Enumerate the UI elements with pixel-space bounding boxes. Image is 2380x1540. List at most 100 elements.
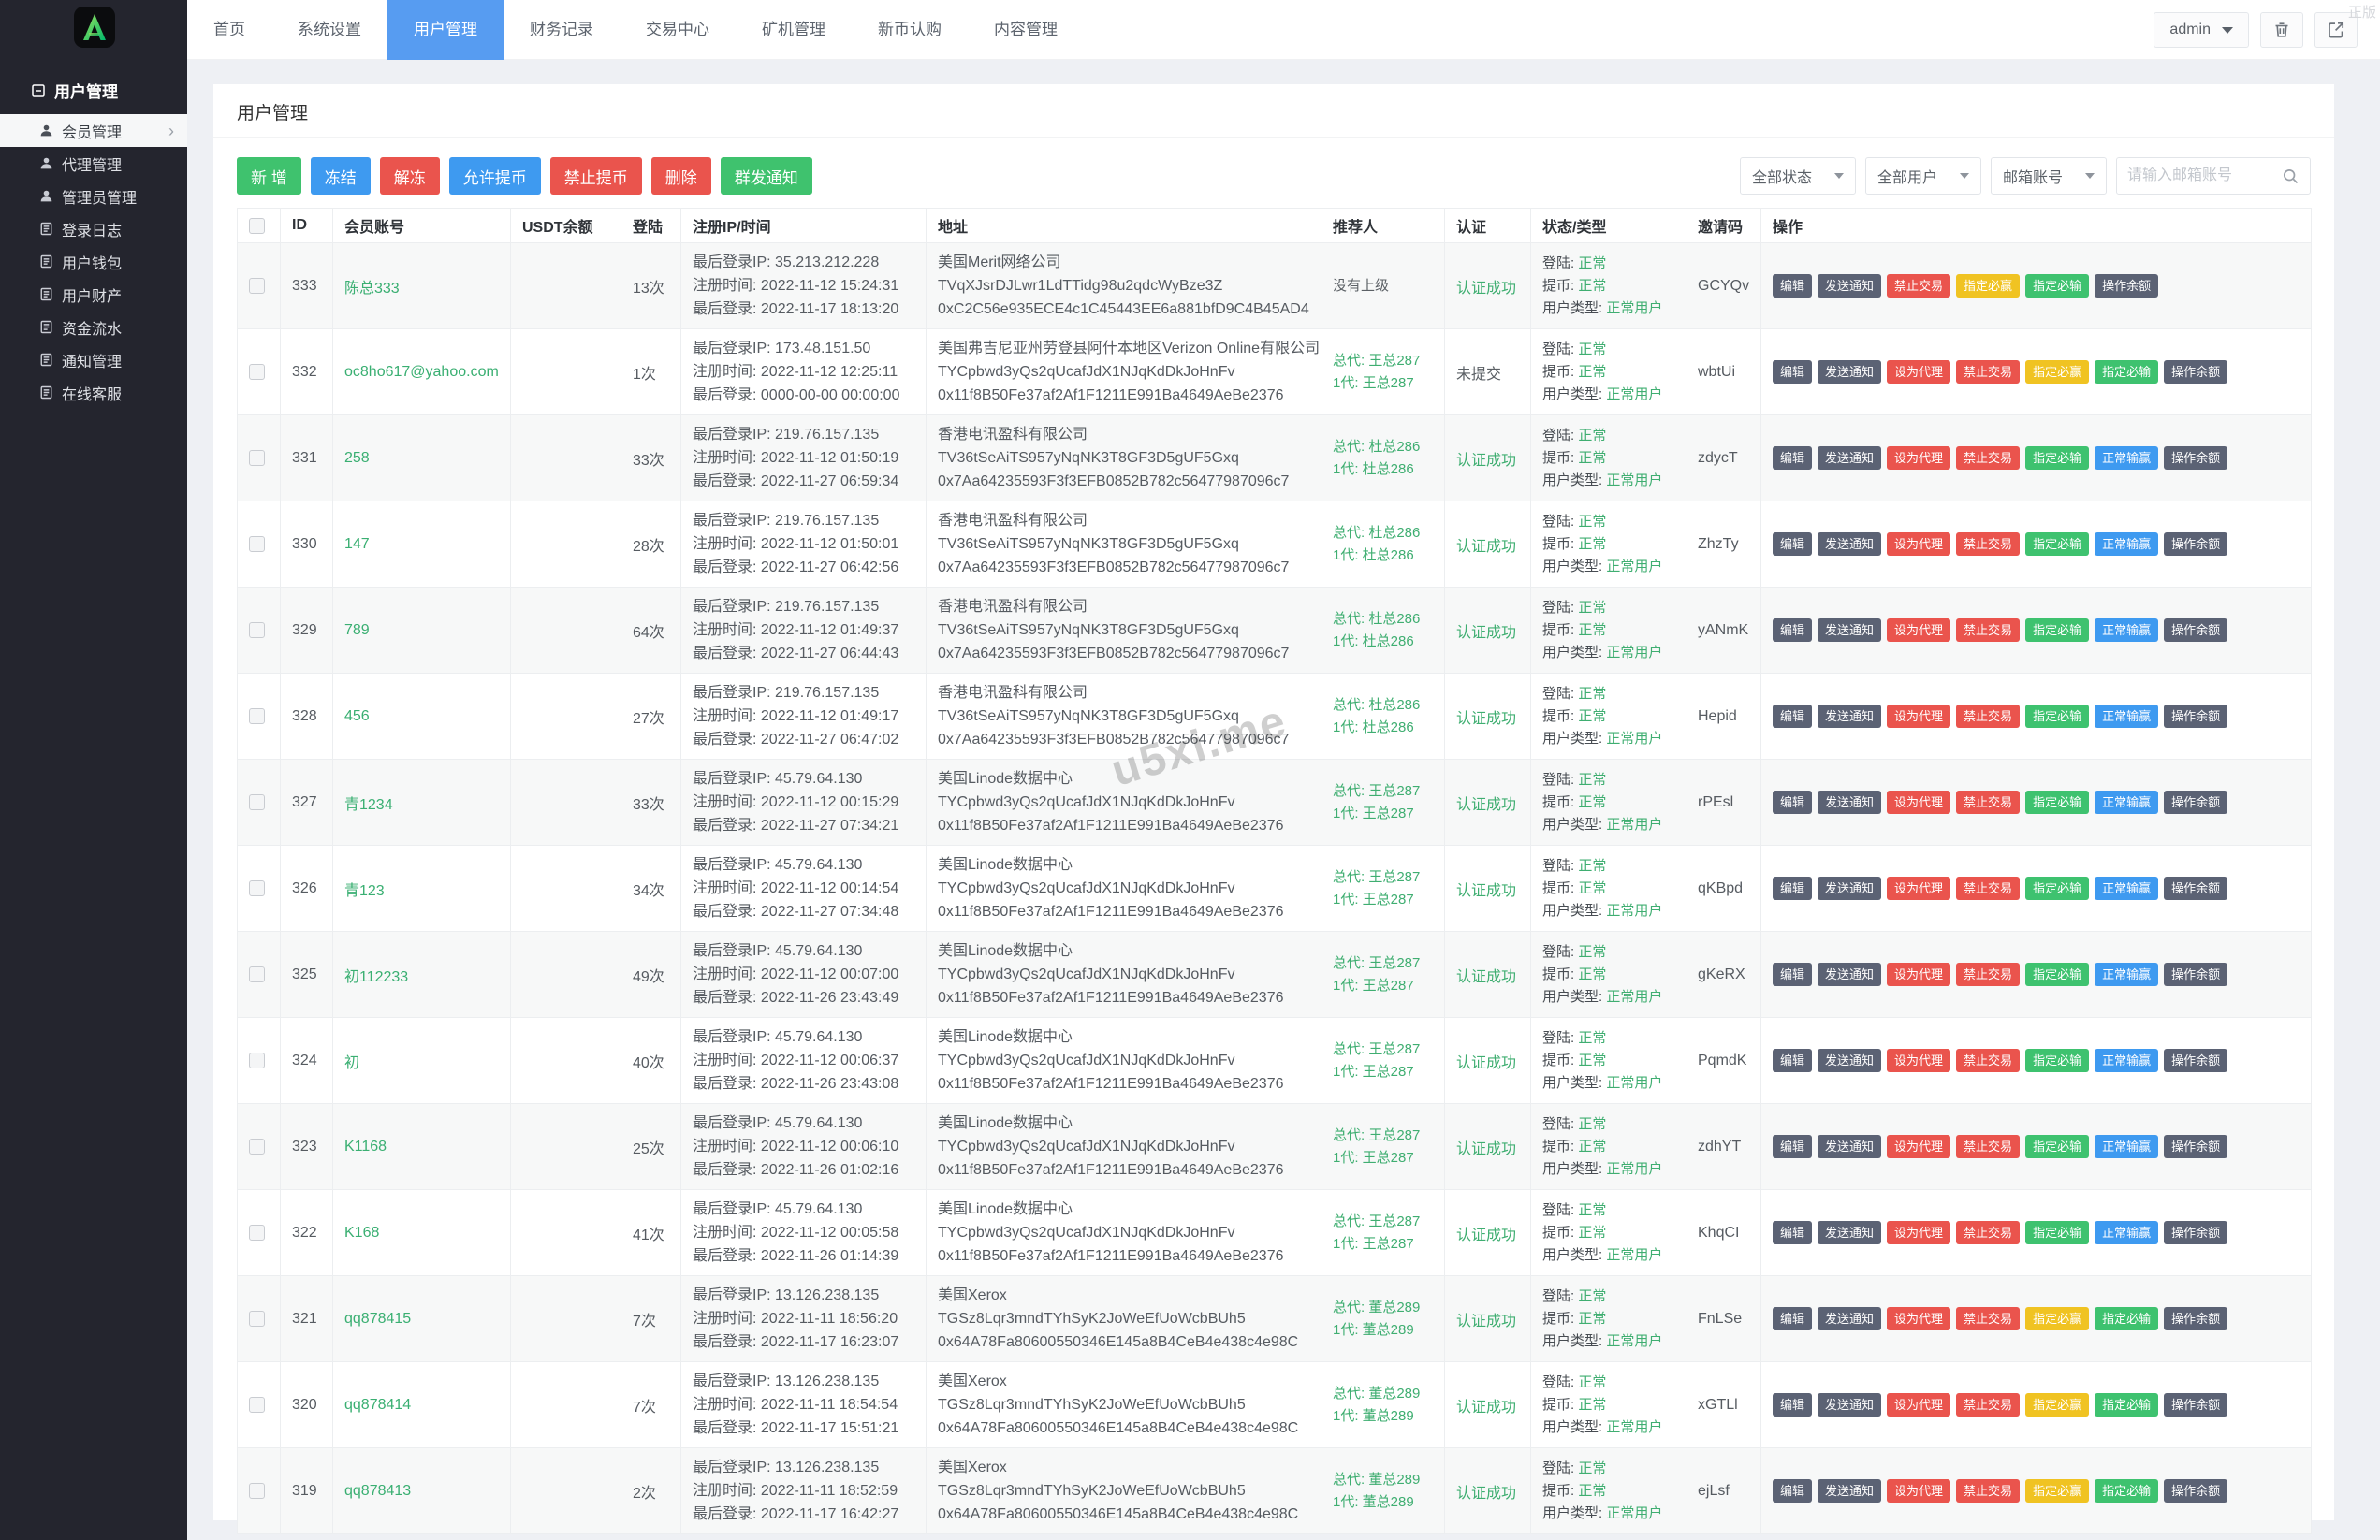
op-set-agent-button[interactable]: 设为代理 xyxy=(1887,1221,1950,1244)
row-checkbox[interactable] xyxy=(249,1483,265,1499)
op-notify-button[interactable]: 发送通知 xyxy=(1818,532,1881,556)
op-notify-button[interactable]: 发送通知 xyxy=(1818,963,1881,986)
op-must-lose-button[interactable]: 指定必输 xyxy=(2025,1049,2089,1072)
op-balance-button[interactable]: 操作余额 xyxy=(2164,532,2227,556)
op-edit-button[interactable]: 编辑 xyxy=(1773,618,1812,642)
op-ban-trade-button[interactable]: 禁止交易 xyxy=(1956,1393,2020,1417)
op-set-agent-button[interactable]: 设为代理 xyxy=(1887,1049,1950,1072)
row-checkbox[interactable] xyxy=(249,1053,265,1068)
op-must-lose-button[interactable]: 指定必输 xyxy=(2095,360,2158,384)
op-normal-wl-button[interactable]: 正常输赢 xyxy=(2095,963,2158,986)
delete-button[interactable]: 删除 xyxy=(651,157,711,195)
nav-tab-new-coin-subscribe[interactable]: 新币认购 xyxy=(852,0,968,60)
member-account-link[interactable]: oc8ho617@yahoo.com xyxy=(344,364,499,380)
op-ban-trade-button[interactable]: 禁止交易 xyxy=(1956,1221,2020,1244)
op-set-agent-button[interactable]: 设为代理 xyxy=(1887,705,1950,728)
row-checkbox[interactable] xyxy=(249,966,265,982)
member-account-link[interactable]: qq878414 xyxy=(344,1397,411,1413)
clear-cache-button[interactable] xyxy=(2260,12,2303,48)
op-ban-trade-button[interactable]: 禁止交易 xyxy=(1956,1479,2020,1503)
op-notify-button[interactable]: 发送通知 xyxy=(1818,1479,1881,1503)
op-edit-button[interactable]: 编辑 xyxy=(1773,705,1812,728)
op-set-agent-button[interactable]: 设为代理 xyxy=(1887,1393,1950,1417)
op-balance-button[interactable]: 操作余额 xyxy=(2164,1135,2227,1158)
op-set-agent-button[interactable]: 设为代理 xyxy=(1887,446,1950,470)
op-edit-button[interactable]: 编辑 xyxy=(1773,1393,1812,1417)
row-checkbox[interactable] xyxy=(249,450,265,466)
op-ban-trade-button[interactable]: 禁止交易 xyxy=(1956,963,2020,986)
op-set-agent-button[interactable]: 设为代理 xyxy=(1887,618,1950,642)
op-must-lose-button[interactable]: 指定必输 xyxy=(2025,705,2089,728)
op-notify-button[interactable]: 发送通知 xyxy=(1818,1221,1881,1244)
op-must-lose-button[interactable]: 指定必输 xyxy=(2025,791,2089,814)
member-account-link[interactable]: 青123 xyxy=(344,883,385,899)
op-normal-wl-button[interactable]: 正常输赢 xyxy=(2095,446,2158,470)
member-account-link[interactable]: qq878415 xyxy=(344,1311,411,1327)
member-account-link[interactable]: 初112233 xyxy=(344,969,408,985)
op-ban-trade-button[interactable]: 禁止交易 xyxy=(1887,274,1950,298)
op-ban-trade-button[interactable]: 禁止交易 xyxy=(1956,791,2020,814)
op-notify-button[interactable]: 发送通知 xyxy=(1818,618,1881,642)
broadcast-notice-button[interactable]: 群发通知 xyxy=(721,157,812,195)
op-normal-wl-button[interactable]: 正常输赢 xyxy=(2095,705,2158,728)
op-ban-trade-button[interactable]: 禁止交易 xyxy=(1956,446,2020,470)
sidebar-item-user-assets[interactable]: 用户财产 xyxy=(0,278,187,311)
op-ban-trade-button[interactable]: 禁止交易 xyxy=(1956,1135,2020,1158)
row-checkbox[interactable] xyxy=(249,536,265,552)
op-balance-button[interactable]: 操作余额 xyxy=(2164,1479,2227,1503)
op-set-agent-button[interactable]: 设为代理 xyxy=(1887,963,1950,986)
op-edit-button[interactable]: 编辑 xyxy=(1773,1221,1812,1244)
op-balance-button[interactable]: 操作余额 xyxy=(2164,446,2227,470)
nav-tab-finance-records[interactable]: 财务记录 xyxy=(504,0,620,60)
op-ban-trade-button[interactable]: 禁止交易 xyxy=(1956,705,2020,728)
op-must-lose-button[interactable]: 指定必输 xyxy=(2025,1135,2089,1158)
unfreeze-button[interactable]: 解冻 xyxy=(380,157,440,195)
row-checkbox[interactable] xyxy=(249,708,265,724)
op-set-agent-button[interactable]: 设为代理 xyxy=(1887,360,1950,384)
member-account-link[interactable]: qq878413 xyxy=(344,1483,411,1499)
user-filter[interactable]: 全部用户 xyxy=(1865,157,1981,195)
op-must-lose-button[interactable]: 指定必输 xyxy=(2025,1221,2089,1244)
op-balance-button[interactable]: 操作余额 xyxy=(2164,618,2227,642)
op-normal-wl-button[interactable]: 正常输赢 xyxy=(2095,1049,2158,1072)
op-notify-button[interactable]: 发送通知 xyxy=(1818,1135,1881,1158)
sidebar-item-admin-management[interactable]: 管理员管理 xyxy=(0,180,187,212)
op-edit-button[interactable]: 编辑 xyxy=(1773,360,1812,384)
sidebar-section-header[interactable]: 用户管理 xyxy=(32,79,118,102)
app-logo[interactable] xyxy=(74,7,115,48)
op-edit-button[interactable]: 编辑 xyxy=(1773,1307,1812,1330)
op-edit-button[interactable]: 编辑 xyxy=(1773,1049,1812,1072)
op-edit-button[interactable]: 编辑 xyxy=(1773,1479,1812,1503)
row-checkbox[interactable] xyxy=(249,622,265,638)
add-button[interactable]: 新 增 xyxy=(237,157,301,195)
row-checkbox[interactable] xyxy=(249,794,265,810)
sidebar-item-user-wallet[interactable]: 用户钱包 xyxy=(0,245,187,278)
logout-button[interactable] xyxy=(2314,12,2358,48)
nav-tab-trade-center[interactable]: 交易中心 xyxy=(620,0,736,60)
sidebar-item-login-logs[interactable]: 登录日志 xyxy=(0,212,187,245)
nav-tab-miner-management[interactable]: 矿机管理 xyxy=(736,0,852,60)
op-edit-button[interactable]: 编辑 xyxy=(1773,532,1812,556)
member-account-link[interactable]: 258 xyxy=(344,450,370,466)
status-filter[interactable]: 全部状态 xyxy=(1740,157,1856,195)
op-edit-button[interactable]: 编辑 xyxy=(1773,446,1812,470)
op-edit-button[interactable]: 编辑 xyxy=(1773,1135,1812,1158)
op-set-agent-button[interactable]: 设为代理 xyxy=(1887,791,1950,814)
op-balance-button[interactable]: 操作余额 xyxy=(2164,877,2227,900)
op-balance-button[interactable]: 操作余额 xyxy=(2164,705,2227,728)
op-notify-button[interactable]: 发送通知 xyxy=(1818,791,1881,814)
op-set-agent-button[interactable]: 设为代理 xyxy=(1887,1135,1950,1158)
op-notify-button[interactable]: 发送通知 xyxy=(1818,1049,1881,1072)
op-set-agent-button[interactable]: 设为代理 xyxy=(1887,532,1950,556)
member-account-link[interactable]: K1168 xyxy=(344,1139,387,1155)
op-ban-trade-button[interactable]: 禁止交易 xyxy=(1956,1307,2020,1330)
row-checkbox[interactable] xyxy=(249,1311,265,1327)
member-account-link[interactable]: 456 xyxy=(344,708,370,724)
op-must-win-button[interactable]: 指定必赢 xyxy=(2025,1307,2089,1330)
op-set-agent-button[interactable]: 设为代理 xyxy=(1887,1307,1950,1330)
op-balance-button[interactable]: 操作余额 xyxy=(2164,1307,2227,1330)
op-ban-trade-button[interactable]: 禁止交易 xyxy=(1956,360,2020,384)
op-notify-button[interactable]: 发送通知 xyxy=(1818,1307,1881,1330)
op-edit-button[interactable]: 编辑 xyxy=(1773,274,1812,298)
op-balance-button[interactable]: 操作余额 xyxy=(2164,791,2227,814)
